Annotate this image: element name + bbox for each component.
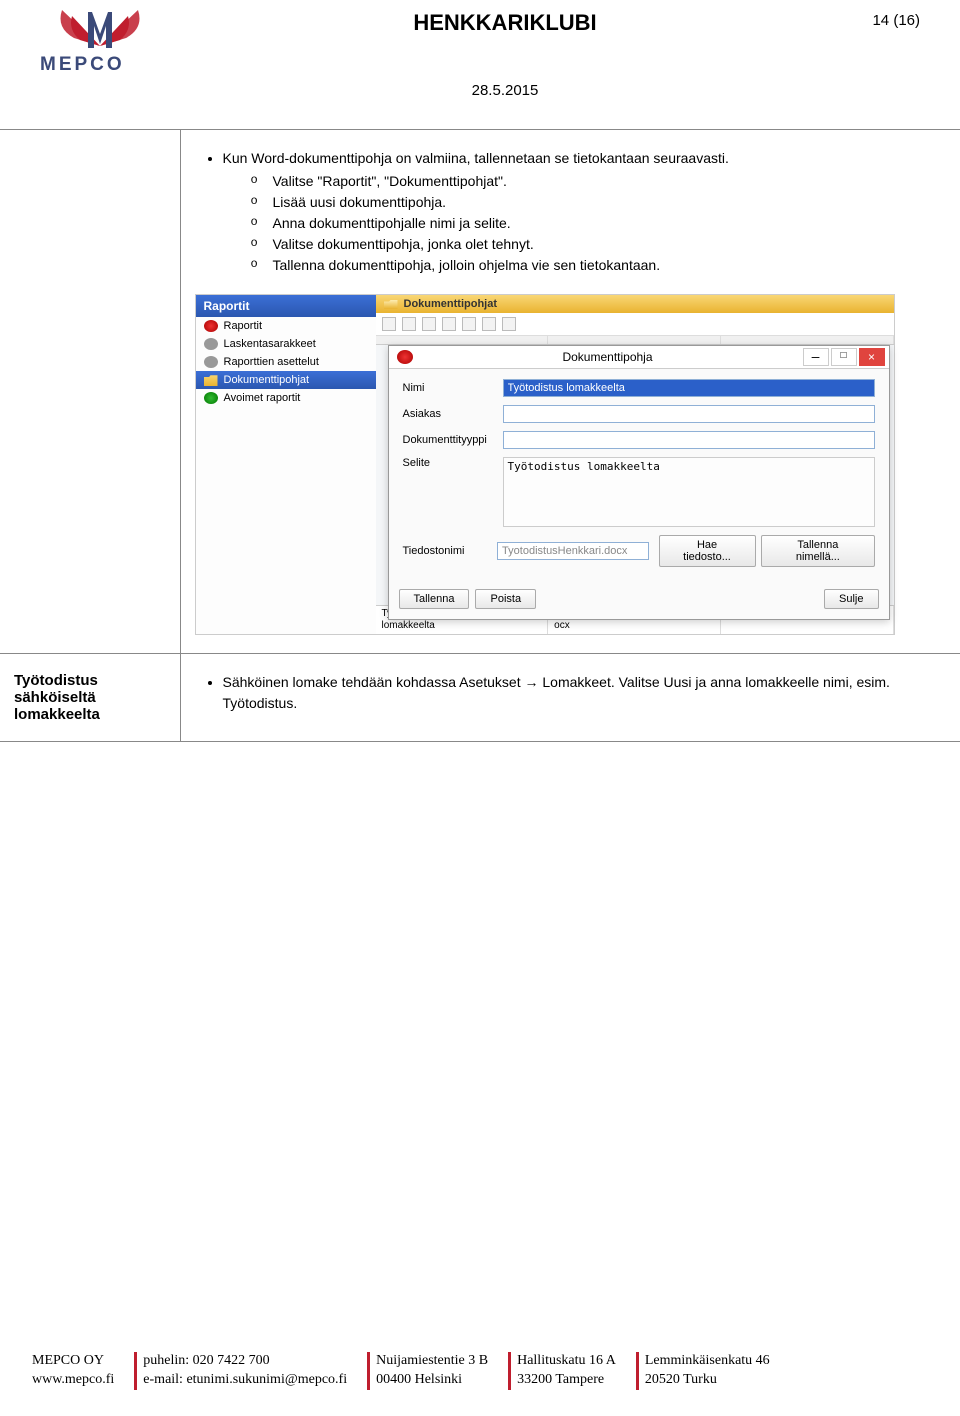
page-number: 14 (16) xyxy=(840,12,920,29)
label-selite: Selite xyxy=(403,457,503,469)
sidebar-title: Raportit xyxy=(196,295,376,317)
main-panel-title: Dokumenttipohjat xyxy=(376,295,894,313)
tallenna-button[interactable]: Tallenna xyxy=(399,589,470,609)
footer-col-company: MEPCO OYwww.mepco.fi xyxy=(32,1352,124,1390)
sidebar-item-asettelut[interactable]: Raporttien asettelut xyxy=(196,353,376,371)
dialog-icon xyxy=(397,350,413,364)
app-screenshot: Raportit Raportit Laskentasarakkeet Rapo… xyxy=(195,294,895,635)
find-icon[interactable] xyxy=(502,317,516,331)
sulje-button[interactable]: Sulje xyxy=(824,589,878,609)
label-nimi: Nimi xyxy=(403,382,503,394)
logo: MEPCO xyxy=(40,6,170,76)
footer-col-helsinki: Nuijamiestentie 3 B00400 Helsinki xyxy=(367,1352,498,1390)
print-icon[interactable] xyxy=(462,317,476,331)
input-tiedostonimi[interactable] xyxy=(497,542,649,560)
sidebar-item-avoimet[interactable]: Avoimet raportit xyxy=(196,389,376,407)
label-tiedostonimi: Tiedostonimi xyxy=(403,545,498,557)
sidebar-item-laskenta[interactable]: Laskentasarakkeet xyxy=(196,335,376,353)
toolbar xyxy=(376,313,894,336)
label-tyyppi: Dokumenttityyppi xyxy=(403,434,503,446)
excel-icon[interactable] xyxy=(422,317,436,331)
export-icon[interactable] xyxy=(482,317,496,331)
logo-text: MEPCO xyxy=(40,54,170,76)
new-icon[interactable] xyxy=(382,317,396,331)
doc-date: 28.5.2015 xyxy=(170,82,840,99)
step: Tallenna dokumenttipohja, jolloin ohjelm… xyxy=(251,255,947,276)
body-table: Kun Word-dokumenttipohja on valmiina, ta… xyxy=(0,129,960,742)
sidebar-item-dokumenttipohjat[interactable]: Dokumenttipohjat xyxy=(196,371,376,389)
folder-icon xyxy=(384,299,398,309)
doc-title: HENKKARIKLUBI xyxy=(170,10,840,36)
step-list: Valitse "Raportit", "Dokumenttipohjat". … xyxy=(223,171,947,276)
section2-title-line1: Työtodistus xyxy=(14,672,166,689)
page-footer: MEPCO OYwww.mepco.fi puhelin: 020 7422 7… xyxy=(32,1352,928,1390)
minimize-button[interactable]: – xyxy=(803,348,829,366)
sidebar-item-raportit[interactable]: Raportit xyxy=(196,317,376,335)
folder-icon xyxy=(204,374,218,386)
edit-icon[interactable] xyxy=(402,317,416,331)
maximize-button[interactable]: □ xyxy=(831,348,857,366)
report-icon xyxy=(204,320,218,332)
dokumenttipohja-dialog: Dokumenttipohja – □ × Nimi Asiakas Dokum… xyxy=(388,345,890,620)
footer-col-tampere: Hallituskatu 16 A33200 Tampere xyxy=(508,1352,626,1390)
mepco-wings-icon xyxy=(40,6,160,52)
main-panel: Dokumenttipohjat xyxy=(376,295,894,634)
input-nimi[interactable] xyxy=(503,379,875,397)
section2-title-line2: sähköiseltä xyxy=(14,689,166,706)
hae-tiedosto-button[interactable]: Hae tiedosto... xyxy=(659,535,756,567)
input-tyyppi[interactable] xyxy=(503,431,875,449)
step: Valitse "Raportit", "Dokumenttipohjat". xyxy=(251,171,947,192)
layout-icon xyxy=(204,356,218,368)
open-reports-icon xyxy=(204,392,218,404)
footer-col-turku: Lemminkäisenkatu 4620520 Turku xyxy=(636,1352,780,1390)
dialog-title: Dokumenttipohja xyxy=(413,350,803,364)
grid-icon[interactable] xyxy=(442,317,456,331)
reports-sidebar: Raportit Raportit Laskentasarakkeet Rapo… xyxy=(196,295,376,634)
tallenna-nimella-button[interactable]: Tallenna nimellä... xyxy=(761,535,874,567)
input-selite[interactable] xyxy=(503,457,875,527)
step: Anna dokumenttipohjalle nimi ja selite. xyxy=(251,213,947,234)
intro-text: Kun Word-dokumenttipohja on valmiina, ta… xyxy=(223,150,729,166)
columns-icon xyxy=(204,338,218,350)
grid-header xyxy=(376,336,894,345)
section2-title-line3: lomakkeelta xyxy=(14,706,166,723)
section2-text: Sähköinen lomake tehdään kohdassa Asetuk… xyxy=(223,672,947,714)
input-asiakas[interactable] xyxy=(503,405,875,423)
poista-button[interactable]: Poista xyxy=(475,589,536,609)
close-button[interactable]: × xyxy=(859,348,885,366)
label-asiakas: Asiakas xyxy=(403,408,503,420)
page-header: MEPCO HENKKARIKLUBI 28.5.2015 14 (16) xyxy=(0,0,960,99)
dialog-titlebar: Dokumenttipohja – □ × xyxy=(389,346,889,369)
footer-col-contact: puhelin: 020 7422 700e-mail: etunimi.suk… xyxy=(134,1352,357,1390)
step: Valitse dokumenttipohja, jonka olet tehn… xyxy=(251,234,947,255)
step: Lisää uusi dokumenttipohja. xyxy=(251,192,947,213)
